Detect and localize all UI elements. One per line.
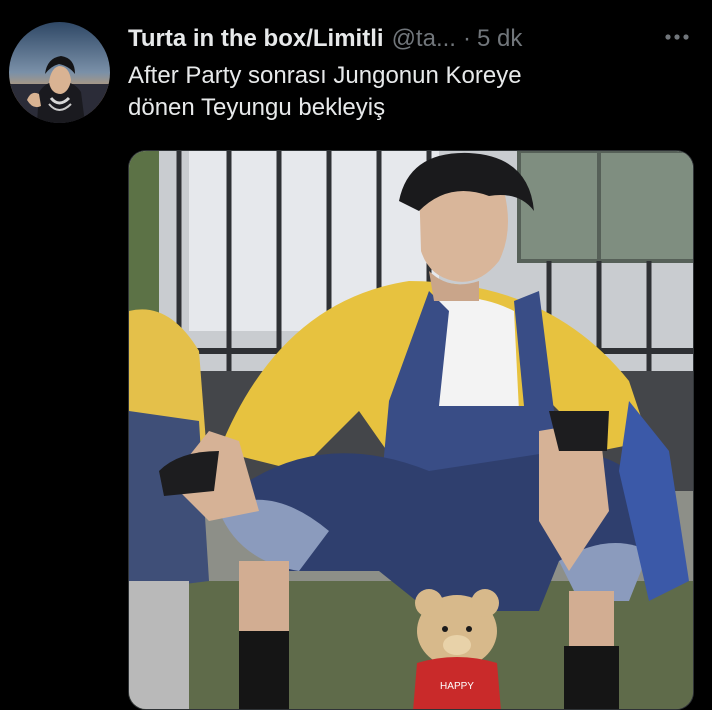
more-options-button[interactable] — [660, 24, 694, 50]
tweet-text-line: dönen Teyungu bekleyiş — [128, 94, 386, 121]
bear-shirt-text: HAPPY — [440, 681, 474, 692]
tweet-text: After Party sonrası Jungonun Koreye döne… — [128, 60, 688, 124]
separator-dot: · — [462, 25, 471, 52]
tweet-header: Turta in the box/Limitli @ta... · 5 dk — [128, 22, 648, 56]
more-horizontal-icon — [665, 34, 689, 40]
photo: HAPPY — [129, 151, 693, 709]
display-name[interactable]: Turta in the box/Limitli — [128, 22, 384, 56]
timestamp[interactable]: 5 dk — [477, 22, 522, 56]
tweet-text-line: After Party sonrası Jungonun Koreye — [128, 62, 522, 89]
profile-avatar[interactable] — [9, 22, 110, 123]
user-handle[interactable]: @ta... — [392, 22, 456, 56]
tweet[interactable]: Turta in the box/Limitli @ta... · 5 dk A… — [0, 0, 712, 710]
avatar-image — [9, 22, 110, 123]
tweet-media-photo[interactable]: HAPPY — [128, 150, 694, 710]
